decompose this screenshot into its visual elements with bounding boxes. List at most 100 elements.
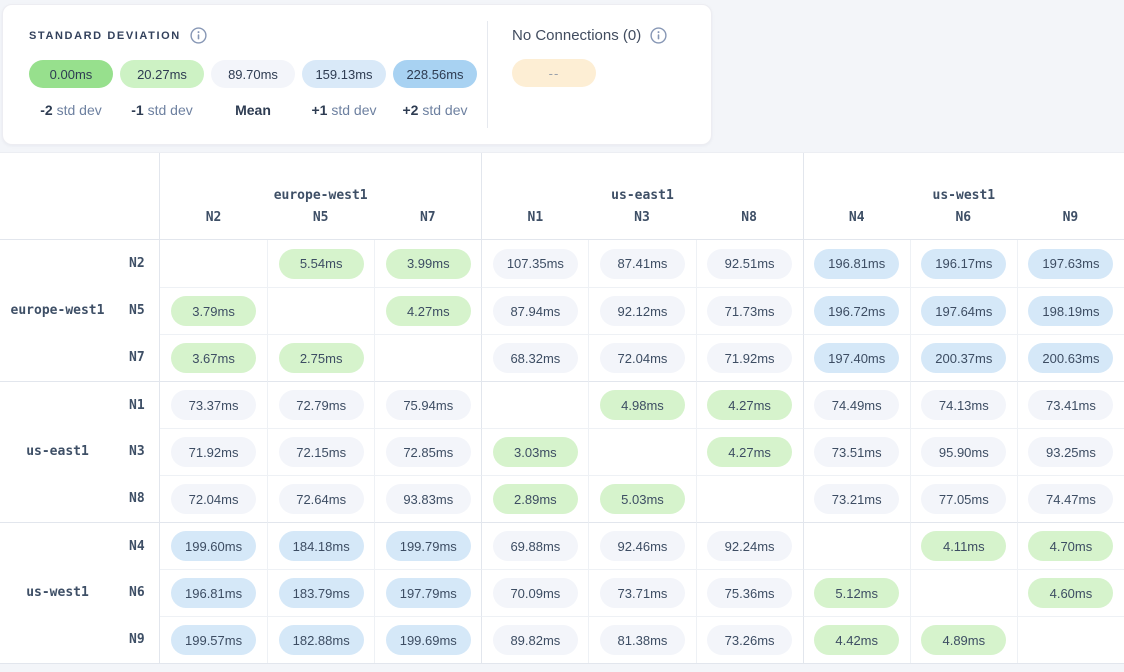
latency-pill[interactable]: 71.92ms [707, 343, 792, 373]
latency-cell: 4.27ms [696, 428, 803, 475]
latency-pill[interactable]: 197.40ms [814, 343, 899, 373]
latency-pill[interactable]: 74.13ms [921, 390, 1006, 420]
latency-cell: 72.04ms [588, 334, 695, 381]
latency-pill[interactable]: 95.90ms [921, 437, 1006, 467]
latency-pill[interactable]: 92.12ms [600, 296, 685, 326]
latency-cell: 3.79ms [160, 287, 267, 334]
latency-pill[interactable]: 93.25ms [1028, 437, 1113, 467]
latency-pill[interactable]: 196.72ms [814, 296, 899, 326]
latency-pill[interactable]: 93.83ms [386, 484, 471, 514]
latency-cell: 183.79ms [267, 569, 374, 616]
latency-pill[interactable]: 77.05ms [921, 484, 1006, 514]
latency-pill[interactable]: 75.94ms [386, 390, 471, 420]
latency-cell [267, 287, 374, 334]
latency-pill[interactable]: 199.57ms [171, 625, 256, 655]
latency-pill[interactable]: 4.70ms [1028, 531, 1113, 561]
latency-pill[interactable]: 107.35ms [493, 249, 578, 279]
latency-pill[interactable]: 74.47ms [1028, 484, 1113, 514]
latency-pill[interactable]: 4.11ms [921, 531, 1006, 561]
latency-pill[interactable]: 71.92ms [171, 437, 256, 467]
no-connections-title: No Connections (0) [512, 27, 641, 44]
latency-pill[interactable]: 4.27ms [386, 296, 471, 326]
row-header-node: N3 [115, 444, 159, 459]
latency-pill[interactable]: 196.81ms [171, 578, 256, 608]
latency-pill[interactable]: 72.15ms [279, 437, 364, 467]
latency-pill[interactable]: 72.04ms [171, 484, 256, 514]
latency-pill[interactable]: 68.32ms [493, 343, 578, 373]
latency-pill[interactable]: 2.75ms [279, 343, 364, 373]
latency-cell [1017, 616, 1124, 663]
latency-cell: 199.79ms [374, 522, 481, 569]
column-header-node: N3 [588, 210, 695, 240]
latency-pill[interactable]: 73.41ms [1028, 390, 1113, 420]
latency-pill[interactable]: 4.42ms [814, 625, 899, 655]
latency-pill[interactable]: 2.89ms [493, 484, 578, 514]
latency-pill[interactable]: 4.98ms [600, 390, 685, 420]
latency-pill[interactable]: 199.60ms [171, 531, 256, 561]
latency-pill[interactable]: 5.03ms [600, 484, 685, 514]
latency-pill[interactable]: 73.51ms [814, 437, 899, 467]
std-dev-label-bold: Mean [235, 102, 271, 118]
latency-pill[interactable]: 5.54ms [279, 249, 364, 279]
latency-pill[interactable]: 200.37ms [921, 343, 1006, 373]
latency-pill[interactable]: 73.71ms [600, 578, 685, 608]
latency-pill[interactable]: 73.26ms [707, 625, 792, 655]
row-header-node: N4 [115, 539, 159, 554]
latency-cell: 4.11ms [910, 522, 1017, 569]
latency-pill[interactable]: 4.27ms [707, 390, 792, 420]
latency-pill[interactable]: 4.27ms [707, 437, 792, 467]
latency-pill[interactable]: 199.69ms [386, 625, 471, 655]
latency-pill[interactable]: 4.60ms [1028, 578, 1113, 608]
std-dev-value-pill: 0.00ms [29, 60, 113, 88]
latency-pill[interactable]: 196.17ms [921, 249, 1006, 279]
latency-pill[interactable]: 197.79ms [386, 578, 471, 608]
latency-pill[interactable]: 71.73ms [707, 296, 792, 326]
latency-pill[interactable]: 92.51ms [707, 249, 792, 279]
latency-pill[interactable]: 72.04ms [600, 343, 685, 373]
latency-cell: 72.85ms [374, 428, 481, 475]
latency-pill[interactable]: 87.94ms [493, 296, 578, 326]
latency-pill[interactable]: 92.24ms [707, 531, 792, 561]
latency-pill[interactable]: 73.21ms [814, 484, 899, 514]
latency-pill[interactable]: 3.03ms [493, 437, 578, 467]
latency-pill[interactable]: 197.63ms [1028, 249, 1113, 279]
latency-pill[interactable]: 3.99ms [386, 249, 471, 279]
column-header-node: N9 [1017, 210, 1124, 240]
latency-pill[interactable]: 87.41ms [600, 249, 685, 279]
latency-cell: 196.72ms [803, 287, 910, 334]
std-dev-value-pill: 159.13ms [302, 60, 386, 88]
latency-cell: 92.12ms [588, 287, 695, 334]
latency-pill[interactable]: 74.49ms [814, 390, 899, 420]
latency-cell: 198.19ms [1017, 287, 1124, 334]
latency-cell: 73.37ms [160, 381, 267, 428]
latency-pill[interactable]: 70.09ms [493, 578, 578, 608]
latency-pill[interactable]: 184.18ms [279, 531, 364, 561]
latency-pill[interactable]: 75.36ms [707, 578, 792, 608]
latency-pill[interactable]: 182.88ms [279, 625, 364, 655]
latency-pill[interactable]: 81.38ms [600, 625, 685, 655]
latency-cell: 4.60ms [1017, 569, 1124, 616]
latency-pill[interactable]: 3.67ms [171, 343, 256, 373]
latency-pill[interactable]: 5.12ms [814, 578, 899, 608]
latency-pill[interactable]: 183.79ms [279, 578, 364, 608]
latency-pill[interactable]: 72.64ms [279, 484, 364, 514]
latency-pill[interactable]: 92.46ms [600, 531, 685, 561]
latency-cell: 3.99ms [374, 240, 481, 287]
info-icon[interactable] [650, 27, 667, 44]
latency-pill[interactable]: 4.89ms [921, 625, 1006, 655]
latency-pill[interactable]: 69.88ms [493, 531, 578, 561]
latency-cell: 200.63ms [1017, 334, 1124, 381]
info-icon[interactable] [190, 27, 207, 44]
latency-pill[interactable]: 72.79ms [279, 390, 364, 420]
latency-pill[interactable]: 3.79ms [171, 296, 256, 326]
latency-pill[interactable]: 89.82ms [493, 625, 578, 655]
latency-cell: 75.36ms [696, 569, 803, 616]
latency-pill[interactable]: 197.64ms [921, 296, 1006, 326]
latency-pill[interactable]: 199.79ms [386, 531, 471, 561]
latency-pill[interactable]: 198.19ms [1028, 296, 1113, 326]
latency-pill[interactable]: 73.37ms [171, 390, 256, 420]
std-dev-label-muted: std dev [53, 102, 102, 118]
latency-pill[interactable]: 200.63ms [1028, 343, 1113, 373]
latency-pill[interactable]: 72.85ms [386, 437, 471, 467]
latency-pill[interactable]: 196.81ms [814, 249, 899, 279]
